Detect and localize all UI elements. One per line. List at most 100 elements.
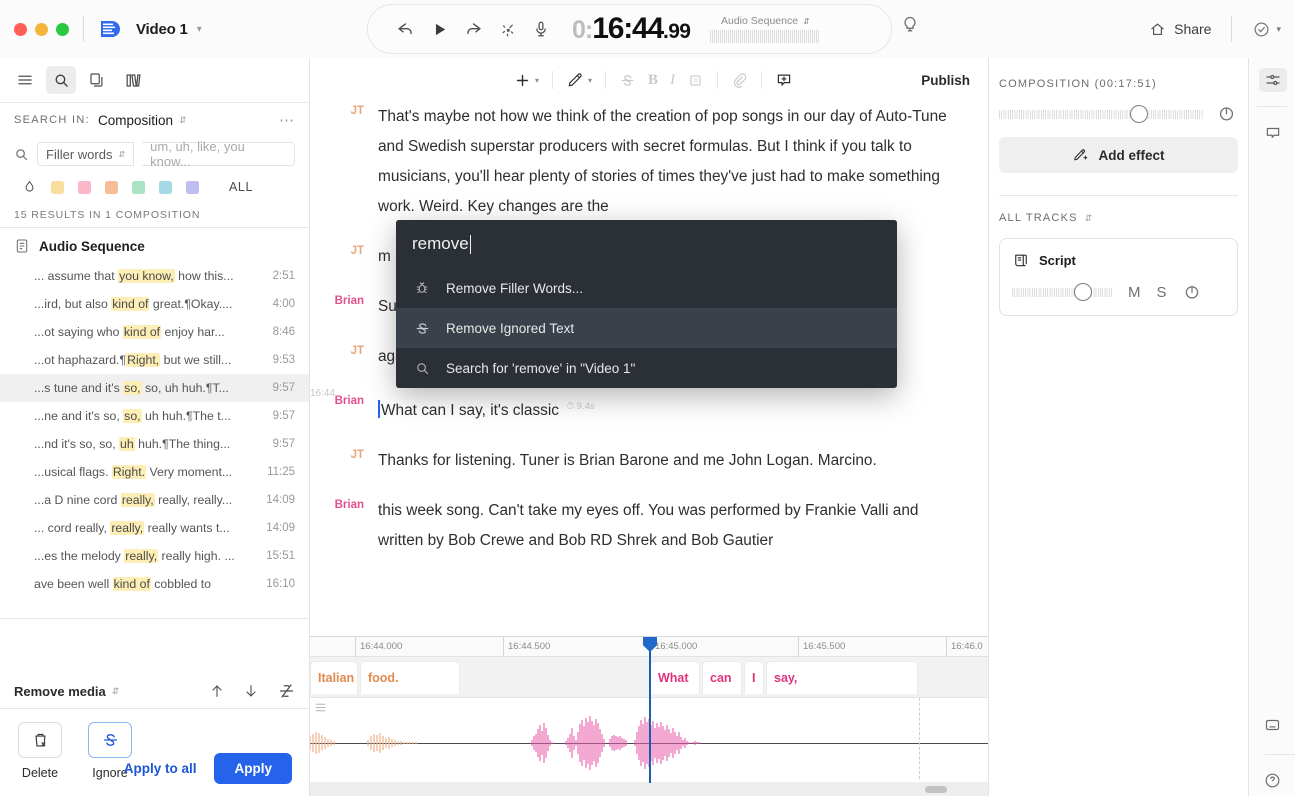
- chevron-down-icon[interactable]: ▾: [197, 24, 202, 35]
- maximize-window-button[interactable]: [56, 23, 69, 36]
- color-swatch[interactable]: [78, 181, 91, 194]
- speaker-label[interactable]: JT: [310, 342, 378, 372]
- transcript-paragraph[interactable]: Brianthis week song. Can't take my eyes …: [310, 496, 966, 556]
- palette-item-search-in-document[interactable]: Search for 'remove' in "Video 1": [396, 348, 897, 388]
- search-result-row[interactable]: ...ot saying who kind of enjoy har...8:4…: [0, 318, 309, 346]
- rail-button-comments[interactable]: [1249, 111, 1295, 155]
- chevron-updown-icon[interactable]: ⇵: [112, 686, 120, 697]
- strikethrough-button[interactable]: [613, 72, 642, 89]
- ellipsis-icon[interactable]: ⋯: [279, 111, 295, 129]
- timeline-word-block[interactable]: say,: [766, 661, 918, 694]
- color-swatch[interactable]: [186, 181, 199, 194]
- chevron-updown-icon[interactable]: ⇵: [179, 115, 187, 126]
- apply-to-all-button[interactable]: Apply to all: [124, 761, 197, 776]
- comment-plus-icon[interactable]: [769, 71, 799, 89]
- droplet-icon[interactable]: [22, 179, 37, 195]
- color-swatch[interactable]: [159, 181, 172, 194]
- timeline-horizontal-scrollbar[interactable]: [310, 782, 988, 796]
- search-result-row[interactable]: ...ird, but also kind of great.¶Okay....…: [0, 290, 309, 318]
- speaker-label[interactable]: Brian: [310, 496, 378, 556]
- timeline-panel[interactable]: 16:44.00016:44.50016:45.00016:45.50016:4…: [310, 636, 988, 796]
- apply-button[interactable]: Apply: [214, 753, 292, 784]
- publish-button[interactable]: Publish: [921, 73, 970, 88]
- search-result-row[interactable]: ...a D nine cord really, really, really.…: [0, 486, 309, 514]
- chevron-updown-icon[interactable]: ⇵: [1085, 213, 1093, 224]
- stopwatch-icon[interactable]: [1217, 104, 1236, 123]
- redo-icon[interactable]: [456, 12, 490, 46]
- strikethrough-slash-icon[interactable]: [277, 682, 296, 700]
- magic-edit-icon[interactable]: [490, 12, 524, 46]
- bold-button[interactable]: B: [642, 72, 664, 89]
- markup-wand-button[interactable]: ▾: [560, 71, 598, 89]
- search-result-row[interactable]: ...nd it's so, so, uh huh.¶The thing...9…: [0, 430, 309, 458]
- sidebar-tab-duplicate[interactable]: [82, 66, 112, 94]
- rail-button-inspector[interactable]: [1249, 58, 1295, 102]
- search-results-list[interactable]: ... assume that you know, how this...2:5…: [0, 262, 309, 599]
- sidebar-tab-menu[interactable]: [10, 66, 40, 94]
- minimize-window-button[interactable]: [35, 23, 48, 36]
- lightbulb-icon[interactable]: [900, 14, 920, 36]
- track-volume-slider[interactable]: [1012, 284, 1112, 300]
- search-result-row[interactable]: ...usical flags. Right. Very moment...11…: [0, 458, 309, 486]
- undo-icon[interactable]: [388, 12, 422, 46]
- command-palette[interactable]: remove Remove Filler Words... Remove Ign…: [396, 220, 897, 388]
- transcript-paragraph[interactable]: JTThanks for listening. Tuner is Brian B…: [310, 446, 966, 476]
- search-result-row[interactable]: ...ne and it's so, so, uh huh.¶The t...9…: [0, 402, 309, 430]
- italic-button[interactable]: I: [664, 72, 681, 89]
- search-result-row[interactable]: ... assume that you know, how this...2:5…: [0, 262, 309, 290]
- paragraph-text[interactable]: Thanks for listening. Tuner is Brian Bar…: [378, 446, 966, 476]
- highlight-square-icon[interactable]: [681, 72, 710, 89]
- paragraph-text[interactable]: That's maybe not how we think of the cre…: [378, 102, 966, 222]
- filler-words-select[interactable]: Filler words ⇵: [37, 142, 134, 166]
- timecode-display[interactable]: 0: 16:44 .99: [572, 12, 690, 46]
- sidebar-tab-tracks[interactable]: [118, 66, 148, 94]
- microphone-icon[interactable]: [524, 12, 558, 46]
- search-result-row[interactable]: ... cord really, really, really wants t.…: [0, 514, 309, 542]
- add-effect-button[interactable]: Add effect: [999, 137, 1238, 173]
- track-card-script[interactable]: Script M S: [999, 238, 1238, 316]
- result-group-header[interactable]: Audio Sequence: [0, 228, 309, 262]
- palette-item-remove-ignored-text[interactable]: Remove Ignored Text: [396, 308, 897, 348]
- paragraph-text[interactable]: 16:44What can I say, it's classic ⏱ 9.4s: [378, 392, 966, 426]
- arrow-up-icon[interactable]: [209, 682, 225, 700]
- remove-media-label[interactable]: Remove media: [14, 684, 106, 699]
- composition-volume-slider[interactable]: [999, 106, 1203, 122]
- palette-item-remove-filler-words[interactable]: Remove Filler Words...: [396, 268, 897, 308]
- insert-button[interactable]: ▾: [508, 72, 545, 89]
- track-solo-button[interactable]: S: [1157, 284, 1167, 301]
- sidebar-tab-search[interactable]: [46, 66, 76, 94]
- gap-marker[interactable]: ⏱ 9.4s: [564, 401, 595, 412]
- command-palette-input[interactable]: remove: [396, 220, 897, 268]
- rail-button-help[interactable]: [1249, 758, 1295, 796]
- speaker-label[interactable]: JT: [310, 102, 378, 222]
- track-mute-button[interactable]: M: [1128, 284, 1141, 301]
- stopwatch-icon[interactable]: [1183, 283, 1201, 301]
- speaker-label[interactable]: JT: [310, 446, 378, 476]
- search-result-row[interactable]: ...es the melody really, really high. ..…: [0, 542, 309, 570]
- paragraph-text[interactable]: this week song. Can't take my eyes off. …: [378, 496, 966, 556]
- timeline-word-block[interactable]: can: [702, 661, 742, 694]
- close-window-button[interactable]: [14, 23, 27, 36]
- transcript-paragraph[interactable]: JTThat's maybe not how we think of the c…: [310, 102, 966, 222]
- paperclip-icon[interactable]: [725, 72, 754, 89]
- slider-knob[interactable]: [1130, 105, 1148, 123]
- status-check-button[interactable]: ▾: [1238, 20, 1281, 39]
- playhead[interactable]: [649, 637, 651, 783]
- timeline-word-block[interactable]: food.: [360, 661, 460, 694]
- rail-button-layout[interactable]: [1249, 703, 1295, 747]
- search-result-row[interactable]: ...s tune and it's so, so, uh huh.¶T...9…: [0, 374, 309, 402]
- play-icon[interactable]: [422, 12, 456, 46]
- transcript-body[interactable]: JTThat's maybe not how we think of the c…: [310, 102, 988, 686]
- color-swatch[interactable]: [132, 181, 145, 194]
- sequence-selector[interactable]: Audio Sequence ⇵: [710, 15, 820, 43]
- timeline-word-block[interactable]: I: [744, 661, 764, 694]
- search-in-value[interactable]: Composition: [98, 113, 173, 128]
- scrollbar-thumb[interactable]: [925, 786, 947, 793]
- color-swatch[interactable]: [51, 181, 64, 194]
- search-result-row[interactable]: ave been well kind of cobbled to16:10: [0, 570, 309, 598]
- share-button[interactable]: Share: [1137, 15, 1223, 44]
- timeline-word-block[interactable]: Italian: [310, 661, 358, 694]
- all-colors-button[interactable]: ALL: [229, 180, 253, 194]
- search-input[interactable]: um, uh, like, you know...: [142, 142, 295, 166]
- timeline-word-block[interactable]: What: [650, 661, 700, 694]
